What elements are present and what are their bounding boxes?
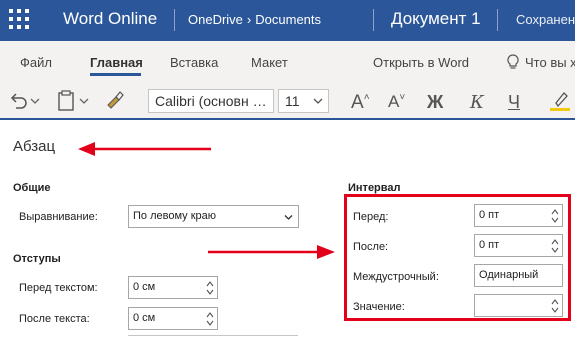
italic-button[interactable]: К — [470, 92, 484, 113]
app-name[interactable]: Word Online — [63, 9, 157, 29]
bold-button[interactable]: Ж — [427, 92, 443, 113]
font-size-combobox[interactable]: 11 — [278, 89, 329, 113]
spacing-heading: Интервал — [348, 182, 401, 194]
spin-icon[interactable] — [206, 310, 214, 328]
spin-icon[interactable] — [206, 279, 214, 297]
paragraph-pane-title: Абзац — [13, 138, 56, 155]
highlighter-icon[interactable] — [548, 89, 572, 113]
breadcrumb: OneDrive › Documents — [188, 12, 321, 27]
ribbon-tabs: Файл Главная Вставка Макет Открыть в Wor… — [0, 41, 575, 83]
chevron-down-icon[interactable] — [79, 97, 89, 105]
title-separator — [174, 9, 175, 31]
app-launcher-icon[interactable] — [9, 9, 31, 31]
tab-insert[interactable]: Вставка — [170, 55, 218, 70]
document-title[interactable]: Документ 1 — [391, 9, 481, 29]
title-separator — [373, 9, 374, 31]
breadcrumb-folder[interactable]: Documents — [255, 12, 321, 27]
alignment-select[interactable]: По левому краю — [128, 205, 299, 228]
chevron-down-icon[interactable] — [30, 97, 40, 105]
font-name-combobox[interactable]: Calibri (основн … — [148, 89, 274, 113]
indent-before-input[interactable]: 0 см — [128, 276, 218, 299]
shrink-font-button[interactable]: A˅ — [388, 92, 405, 112]
tab-open-in-word[interactable]: Открыть в Word — [373, 55, 469, 70]
arrow-icon — [208, 245, 335, 259]
chevron-right-icon: › — [246, 12, 252, 27]
title-separator — [497, 9, 498, 31]
indent-before-value: 0 см — [133, 281, 156, 293]
grow-font-button[interactable]: A˄ — [351, 92, 370, 114]
format-painter-icon[interactable] — [104, 89, 126, 111]
indent-after-label: После текста: — [19, 313, 90, 325]
chevron-down-icon[interactable] — [312, 96, 324, 106]
active-tab-indicator — [90, 73, 141, 76]
tell-me-box[interactable]: Что вы х — [525, 55, 575, 70]
general-heading: Общие — [13, 182, 51, 194]
grow-font-label: A — [351, 92, 364, 113]
tab-layout[interactable]: Макет — [251, 55, 288, 70]
save-status: Сохранен — [516, 12, 575, 27]
font-name-value: Calibri (основн … — [155, 93, 267, 109]
tab-file[interactable]: Файл — [20, 55, 52, 70]
alignment-label: Выравнивание: — [19, 211, 98, 223]
font-size-value: 11 — [285, 93, 300, 109]
annotation-highlight-box — [344, 194, 571, 321]
undo-icon[interactable] — [8, 92, 28, 110]
alignment-value: По левому краю — [133, 210, 216, 222]
chevron-down-icon — [284, 215, 293, 220]
lightbulb-icon — [507, 54, 519, 69]
indent-before-label: Перед текстом: — [19, 282, 98, 294]
indent-after-input[interactable]: 0 см — [128, 307, 218, 330]
arrow-icon — [78, 142, 211, 156]
divider — [128, 335, 298, 336]
indents-heading: Отступы — [13, 253, 61, 265]
toolbar: Calibri (основн … 11 A˄ A˅ Ж К Ч — [0, 83, 575, 120]
underline-button[interactable]: Ч — [508, 92, 520, 113]
indent-after-value: 0 см — [133, 312, 156, 324]
tab-home[interactable]: Главная — [90, 55, 143, 70]
paste-icon[interactable] — [57, 90, 75, 112]
breadcrumb-root[interactable]: OneDrive — [188, 12, 243, 27]
title-bar: Word Online OneDrive › Documents Документ … — [0, 0, 575, 41]
shrink-font-label: A — [388, 92, 400, 111]
